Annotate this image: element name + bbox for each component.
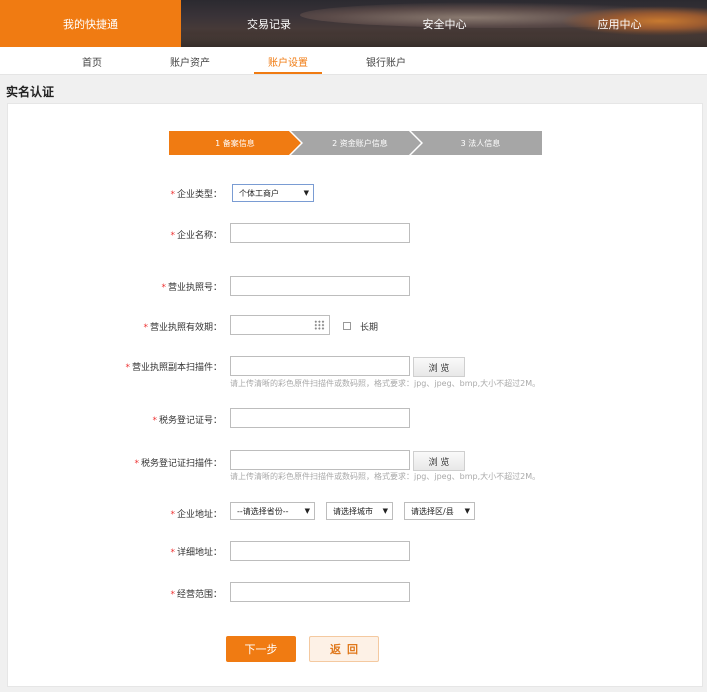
step-1: 1 备案信息 [169, 131, 301, 155]
chevron-down-icon: ▼ [464, 507, 470, 515]
license-scan-label: * 营业执照副本扫描件： [125, 363, 222, 373]
license-no-input[interactable] [230, 276, 410, 296]
company-name-label: * 企业名称： [170, 231, 222, 241]
sub-nav-account-settings[interactable]: 账户设置 [254, 47, 322, 75]
tax-no-label: * 税务登记证号： [152, 416, 222, 426]
top-nav-my-kjt[interactable]: 我的快捷通 [0, 0, 181, 47]
district-select[interactable]: 请选择区/县 ▼ [404, 502, 475, 520]
top-nav-transactions[interactable]: 交易记录 [181, 0, 357, 47]
license-no-label: * 营业执照号： [161, 283, 222, 293]
license-scan-file-input[interactable] [230, 356, 410, 376]
back-button[interactable]: 返回 [309, 636, 379, 662]
city-select[interactable]: 请选择城市 ▼ [326, 502, 393, 520]
tax-scan-label: * 税务登记证扫描件： [134, 459, 222, 469]
tax-scan-file-input[interactable] [230, 450, 410, 470]
license-validity-label: * 营业执照有效期： [143, 323, 222, 333]
sub-nav-home[interactable]: 首页 [70, 47, 114, 75]
company-type-label: * 企业类型： [170, 190, 222, 200]
sub-nav-assets[interactable]: 账户资产 [166, 47, 214, 75]
tax-no-input[interactable] [230, 408, 410, 428]
license-validity-date-input[interactable] [230, 315, 330, 335]
step-3: 3 法人信息 [409, 131, 542, 155]
long-term-label: 长期 [360, 323, 379, 333]
address-label: * 企业地址： [170, 510, 222, 520]
province-select[interactable]: --请选择省份-- ▼ [230, 502, 315, 520]
top-nav: 我的快捷通 交易记录 安全中心 应用中心 [0, 0, 707, 47]
tax-scan-hint: 请上传清晰的彩色原件扫描件或数码照，格式要求：jpg、jpeg、bmp,大小不超… [230, 472, 541, 481]
detail-address-input[interactable] [230, 541, 410, 561]
company-type-select[interactable]: 个体工商户 ▼ [232, 184, 314, 202]
sub-nav: 首页 账户资产 账户设置 银行账户 [0, 47, 707, 75]
long-term-checkbox[interactable] [343, 322, 351, 330]
license-scan-hint: 请上传清晰的彩色原件扫描件或数码照，格式要求：jpg、jpeg、bmp,大小不超… [230, 379, 541, 388]
sub-nav-bank-accounts[interactable]: 银行账户 [362, 47, 410, 75]
next-button[interactable]: 下一步 [226, 636, 296, 662]
chevron-down-icon: ▼ [382, 507, 388, 515]
business-scope-input[interactable] [230, 582, 410, 602]
top-nav-security[interactable]: 安全中心 [357, 0, 532, 47]
chevron-down-icon: ▼ [304, 507, 310, 515]
detail-address-label: * 详细地址： [170, 548, 222, 558]
tax-scan-browse-button[interactable]: 浏 览 [413, 451, 465, 471]
company-name-input[interactable] [230, 223, 410, 243]
chevron-down-icon: ▼ [303, 189, 309, 197]
step-2: 2 资金账户信息 [289, 131, 421, 155]
calendar-icon[interactable] [314, 320, 325, 330]
step-progress: 1 备案信息 2 资金账户信息 3 法人信息 [169, 131, 542, 155]
business-scope-label: * 经营范围： [170, 590, 222, 600]
license-scan-browse-button[interactable]: 浏 览 [413, 357, 465, 377]
top-nav-apps[interactable]: 应用中心 [532, 0, 707, 47]
page-title: 实名认证 [6, 85, 55, 99]
